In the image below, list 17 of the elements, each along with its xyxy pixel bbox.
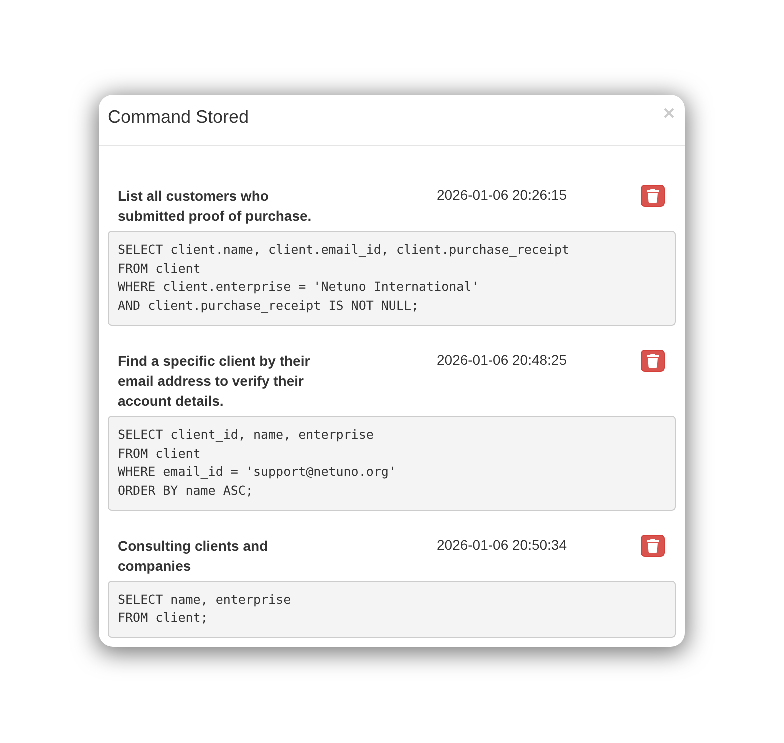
sql-code-block: SELECT name, enterprise FROM client; [108,580,676,638]
trash-icon [647,354,659,368]
sql-code-block: SELECT client.name, client.email_id, client.purchase_receipt FROM client WHERE client.enterprise = 'Netuno International' AND client.purchase_receipt IS NOT NULL; [108,231,676,326]
dialog-title: Command Stored [108,106,250,128]
command-description: List all customers who submitted proof of purchase. [118,187,313,226]
trash-icon [647,189,659,203]
delete-button[interactable] [641,534,665,557]
command-timestamp: 2026-01-06 20:50:34 [437,536,568,555]
command-description: Find a specific client by their email address to verify their account details. [118,352,312,411]
delete-button[interactable] [641,350,665,372]
trash-icon [647,538,659,553]
delete-button[interactable] [641,185,665,207]
command-timestamp: 2026-01-06 20:26:15 [437,186,568,205]
command-timestamp: 2026-01-06 20:48:25 [437,350,568,370]
command-description: Consulting clients and companies [118,536,270,576]
sql-code-block: SELECT client_id, name, enterprise FROM client WHERE email_id = 'support@netuno.org' ORDER BY name ASC; [108,416,676,511]
close-button[interactable]: × [663,106,675,122]
